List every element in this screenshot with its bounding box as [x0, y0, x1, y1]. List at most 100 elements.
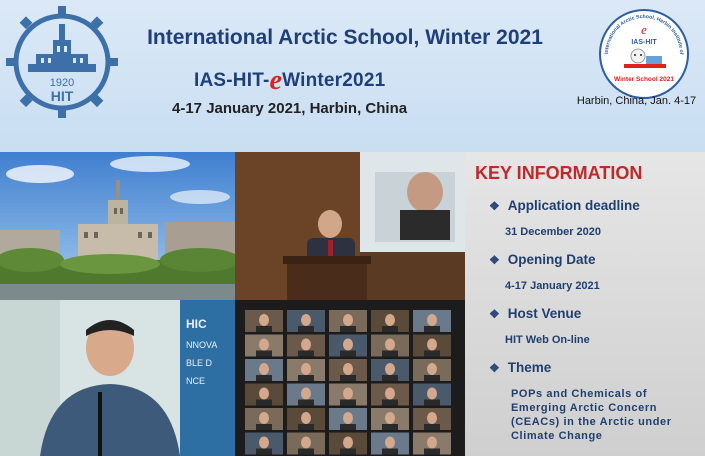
participant-face [343, 387, 353, 400]
participant-face [427, 338, 437, 351]
participant-face [259, 387, 269, 400]
participant-body [382, 326, 398, 332]
svg-text:Winter School 2021: Winter School 2021 [614, 76, 674, 83]
diamond-bullet-icon: ❖ [489, 361, 500, 375]
logo-caption: Harbin, China, Jan. 4-17 [576, 95, 697, 107]
participant-face [427, 436, 437, 449]
key-information-panel: KEY INFORMATION ❖ Application deadline 31… [465, 152, 705, 456]
participant-face [301, 436, 311, 449]
campus-building-photo [0, 152, 235, 300]
svg-text:BLE D: BLE D [186, 358, 213, 368]
participant-body [298, 399, 314, 406]
svg-text:HIT: HIT [51, 88, 74, 104]
video-conference-grid [235, 300, 465, 456]
participant-body [340, 350, 356, 357]
svg-text:NCE: NCE [186, 376, 205, 386]
svg-text:IAS-HIT: IAS-HIT [631, 39, 657, 46]
heading-label: Theme [507, 360, 552, 375]
participant-face [427, 387, 437, 400]
participant-face [343, 436, 353, 449]
participant-body [298, 448, 314, 455]
participant-face [343, 363, 353, 375]
participant-body [424, 448, 440, 455]
participant-face [301, 338, 311, 351]
school-name: IAS-HIT-eWinter2021 [194, 62, 386, 96]
participant-body [424, 399, 440, 406]
participant-face [259, 436, 269, 449]
participant-face [301, 412, 311, 424]
participant-body [298, 375, 314, 381]
participant-body [340, 326, 356, 332]
participant-body [340, 448, 356, 455]
participant-face [301, 363, 311, 375]
participant-face [385, 363, 395, 375]
participant-face [427, 314, 437, 326]
participant-face [385, 314, 395, 326]
participant-body [298, 326, 314, 332]
header-banner: 1920 HIT International Arctic School, Wi… [0, 0, 705, 152]
subtitle-prefix: IAS-HIT- [194, 70, 270, 91]
participant-body [256, 375, 272, 381]
theme-heading: ❖ Theme [489, 360, 551, 375]
participant-face [343, 412, 353, 424]
participant-body [382, 350, 398, 357]
diamond-bullet-icon: ❖ [489, 199, 500, 213]
online-speaker-photo: HIC NNOVA BLE D NCE [0, 300, 235, 456]
participant-body [382, 448, 398, 455]
participant-body [298, 424, 314, 430]
participant-face [427, 363, 437, 375]
participant-face [301, 314, 311, 326]
hit-logo: 1920 HIT [6, 6, 118, 118]
participant-face [385, 436, 395, 449]
participant-body [256, 350, 272, 357]
participant-face [385, 387, 395, 400]
participant-face [343, 338, 353, 351]
participant-body [382, 424, 398, 430]
opening-date-value: 4-17 January 2021 [505, 280, 600, 292]
participant-body [256, 326, 272, 332]
heading-label: Application deadline [507, 198, 640, 213]
heading-label: Host Venue [507, 306, 582, 321]
participant-face [259, 363, 269, 375]
participant-face [259, 314, 269, 326]
participant-face [343, 314, 353, 326]
participant-body [382, 375, 398, 381]
participant-body [340, 375, 356, 381]
lecture-speaker-photo [235, 152, 465, 300]
subtitle-suffix: Winter2021 [282, 70, 386, 91]
application-deadline-heading: ❖ Application deadline [489, 198, 640, 213]
participant-body [340, 399, 356, 406]
winter-school-logo: International Arctic School, Harbin Inst… [598, 8, 689, 99]
key-info-title: KEY INFORMATION [475, 163, 643, 183]
participant-body [424, 350, 440, 357]
svg-text:e: e [641, 22, 647, 37]
diamond-bullet-icon: ❖ [489, 307, 500, 321]
participant-body [256, 399, 272, 406]
participant-body [424, 326, 440, 332]
host-venue-heading: ❖ Host Venue [489, 306, 581, 321]
participant-body [340, 424, 356, 430]
participant-body [256, 448, 272, 455]
participant-face [259, 412, 269, 424]
page-title: International Arctic School, Winter 2021 [147, 26, 543, 49]
participant-body [424, 375, 440, 381]
participant-face [259, 338, 269, 351]
application-deadline-value: 31 December 2020 [505, 226, 602, 238]
participant-face [385, 338, 395, 351]
participant-body [256, 424, 272, 430]
participant-face [427, 412, 437, 424]
event-dates: 4-17 January 2021, Harbin, China [172, 100, 408, 117]
host-venue-value: HIT Web On-line [505, 334, 590, 346]
participant-body [382, 399, 398, 406]
participant-face [301, 387, 311, 400]
opening-date-heading: ❖ Opening Date [489, 252, 596, 267]
participant-face [385, 412, 395, 424]
svg-text:NNOVA: NNOVA [186, 340, 217, 350]
theme-text: POPs and Chemicals of Emerging Arctic Co… [511, 388, 672, 442]
participant-body [298, 350, 314, 357]
participant-body [424, 424, 440, 430]
diamond-bullet-icon: ❖ [489, 253, 500, 267]
e-letter: e [269, 65, 283, 96]
svg-text:HIC: HIC [186, 317, 207, 331]
heading-label: Opening Date [507, 252, 596, 267]
